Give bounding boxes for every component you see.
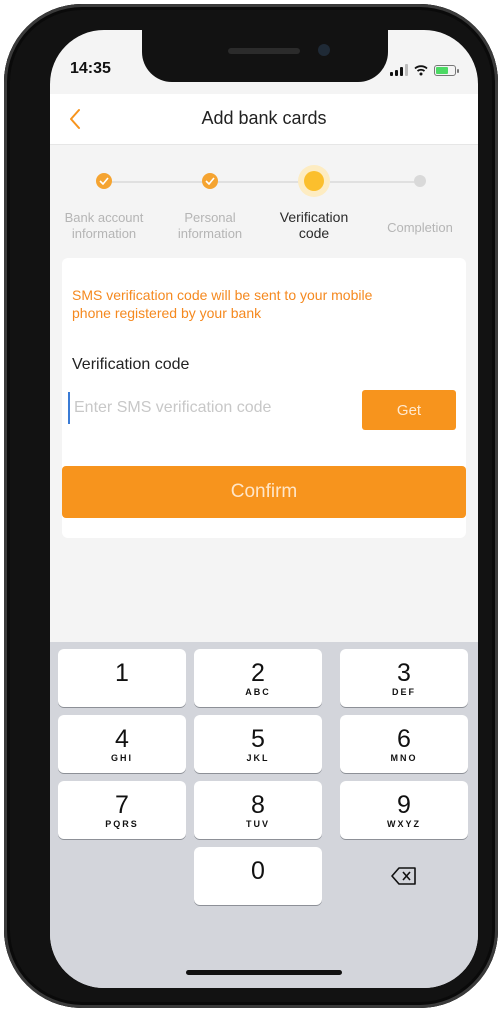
step-label: Bank account information: [64, 210, 144, 241]
get-code-button[interactable]: Get: [362, 390, 456, 430]
step-connector: [112, 181, 208, 183]
key-6[interactable]: 6 MNO: [340, 715, 468, 773]
confirm-button[interactable]: Confirm: [62, 466, 466, 518]
backspace-icon: [391, 867, 416, 885]
step-active-indicator: [298, 165, 330, 197]
step-connector: [218, 181, 300, 183]
key-1[interactable]: 1: [58, 649, 186, 707]
check-icon: [205, 177, 215, 185]
nav-bar: Add bank cards: [50, 94, 478, 145]
delete-key[interactable]: [340, 847, 468, 905]
battery-icon: [434, 65, 459, 76]
step-label: Personal information: [177, 210, 243, 241]
check-icon: [99, 177, 109, 185]
home-indicator: [186, 970, 342, 975]
wifi-icon: [414, 65, 428, 76]
phone-frame: 14:35 Add bank cards Bank account inform…: [4, 4, 498, 1008]
status-icons: [390, 62, 459, 76]
screen: 14:35 Add bank cards Bank account inform…: [50, 30, 478, 988]
signal-icon: [390, 64, 408, 76]
key-9[interactable]: 9 WXYZ: [340, 781, 468, 839]
step-done-indicator: [202, 173, 218, 189]
progress-steps: Bank account information Personal informat…: [50, 144, 478, 254]
step-connector: [330, 181, 420, 183]
verification-code-input[interactable]: [68, 392, 346, 424]
key-8[interactable]: 8 TUV: [194, 781, 322, 839]
key-3[interactable]: 3 DEF: [340, 649, 468, 707]
status-time: 14:35: [70, 60, 111, 77]
step-label: Completion: [387, 220, 453, 235]
key-7[interactable]: 7 PQRS: [58, 781, 186, 839]
key-0[interactable]: 0: [194, 847, 322, 905]
step-pending-indicator: [414, 175, 426, 187]
step-label-active: Verification code: [279, 209, 349, 241]
notch: [142, 30, 388, 82]
numeric-keypad: 1 2 ABC 3 DEF 4 GHI 5 JKL 6 MNO 7 PQRS 8…: [50, 642, 478, 988]
key-2[interactable]: 2 ABC: [194, 649, 322, 707]
page-title: Add bank cards: [201, 108, 327, 128]
sms-notice: SMS verification code will be sent to yo…: [72, 287, 373, 321]
verification-card: SMS verification code will be sent to yo…: [62, 258, 466, 538]
code-label: Verification code: [72, 356, 190, 373]
step-done-indicator: [96, 173, 112, 189]
key-4[interactable]: 4 GHI: [58, 715, 186, 773]
key-5[interactable]: 5 JKL: [194, 715, 322, 773]
